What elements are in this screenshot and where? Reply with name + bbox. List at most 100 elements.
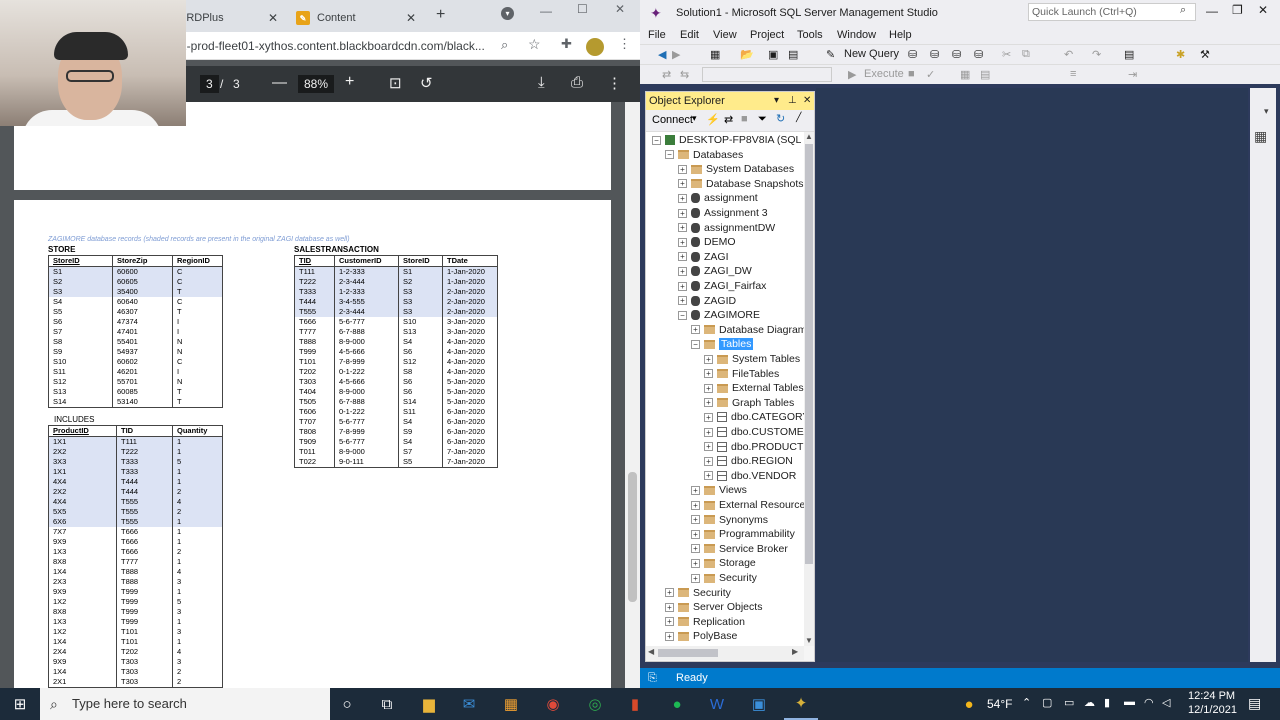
- file-explorer-icon[interactable]: ▆: [412, 688, 446, 720]
- mdx-query-icon[interactable]: ⛁: [930, 48, 939, 61]
- expand-icon[interactable]: +: [691, 529, 700, 539]
- expand-icon[interactable]: +: [678, 252, 687, 262]
- new-query-button[interactable]: New Query: [844, 48, 899, 60]
- filter-icon[interactable]: ⏷: [758, 113, 767, 126]
- wifi-icon[interactable]: ◠: [1144, 696, 1154, 709]
- tree-node[interactable]: + ZAGI_Fairfax: [678, 279, 766, 293]
- cut-icon[interactable]: ✂: [1002, 48, 1011, 61]
- tree-node[interactable]: + assignmentDW: [678, 221, 775, 235]
- tree-node[interactable]: + Security: [691, 571, 757, 585]
- menu-window[interactable]: Window: [837, 29, 876, 41]
- tree-node[interactable]: + Storage: [691, 556, 756, 570]
- chrome-menu-icon[interactable]: ⋮: [618, 36, 631, 52]
- expand-icon[interactable]: +: [665, 631, 674, 641]
- tray-chevron-icon[interactable]: ⌃: [1022, 696, 1031, 709]
- profile-avatar[interactable]: [586, 38, 604, 56]
- tree-node[interactable]: + Assignment 3: [678, 206, 768, 220]
- solution-explorer-icon[interactable]: ✱: [1176, 48, 1185, 61]
- collapse-icon[interactable]: −: [665, 150, 674, 160]
- tree-node[interactable]: + Views: [691, 483, 747, 497]
- tree-node[interactable]: + PolyBase: [665, 629, 737, 643]
- scroll-down-icon[interactable]: ▼: [805, 636, 813, 645]
- minimize-icon[interactable]: —: [1206, 4, 1218, 18]
- expand-icon[interactable]: +: [678, 193, 687, 203]
- tray-bluetooth-icon[interactable]: ▭: [1064, 696, 1074, 709]
- tree-node[interactable]: + Synonyms: [691, 513, 768, 527]
- expand-icon[interactable]: +: [665, 588, 674, 598]
- pin-icon[interactable]: ⊥: [788, 92, 797, 110]
- open-file-icon[interactable]: 📂: [740, 48, 754, 61]
- db-engine-query-icon[interactable]: ⛁: [908, 48, 917, 61]
- close-panel-icon[interactable]: ✕: [803, 92, 811, 110]
- zoom-out-button[interactable]: —: [272, 74, 287, 91]
- expand-icon[interactable]: +: [704, 427, 713, 437]
- zoom-icon[interactable]: ⌕: [501, 37, 508, 53]
- tree-node[interactable]: + FileTables: [704, 367, 779, 381]
- tree-horizontal-scrollbar[interactable]: ◀ ▶: [646, 646, 804, 660]
- close-window-icon[interactable]: ✕: [1258, 3, 1268, 17]
- notifications-icon[interactable]: ▤: [1248, 695, 1261, 712]
- taskbar-search-box[interactable]: ⌕ Type here to search: [40, 688, 330, 720]
- stop-icon[interactable]: ■: [741, 113, 748, 125]
- connect-icon[interactable]: ⇄: [662, 68, 671, 81]
- expand-icon[interactable]: +: [678, 237, 687, 247]
- close-window-icon[interactable]: ✕: [615, 2, 625, 16]
- execute-button[interactable]: Execute: [864, 68, 904, 80]
- expand-icon[interactable]: +: [691, 515, 700, 525]
- properties-icon[interactable]: ▦: [1254, 128, 1267, 145]
- bookmark-star-icon[interactable]: ☆: [528, 36, 541, 53]
- database-dropdown[interactable]: [702, 67, 832, 82]
- maximize-icon[interactable]: ❐: [1232, 3, 1243, 17]
- expand-icon[interactable]: +: [678, 164, 687, 174]
- volume-icon[interactable]: ◁: [1162, 696, 1170, 709]
- zoom-in-button[interactable]: +: [345, 73, 354, 91]
- tree-node[interactable]: − DESKTOP-FP8V8IA (SQL Server: [652, 133, 804, 147]
- refresh-icon[interactable]: ↻: [776, 112, 785, 125]
- scroll-right-icon[interactable]: ▶: [792, 647, 798, 656]
- battery-icon[interactable]: ▬: [1124, 696, 1135, 708]
- tree-node[interactable]: − ZAGIMORE: [678, 308, 760, 322]
- fit-page-icon[interactable]: ⊡: [389, 74, 402, 92]
- tree-node[interactable]: + System Tables: [704, 352, 800, 366]
- dropdown-icon[interactable]: ▾: [774, 92, 779, 110]
- tree-node[interactable]: + dbo.CUSTOMER: [704, 425, 804, 439]
- tree-node[interactable]: + dbo.VENDOR: [704, 469, 796, 483]
- store-icon[interactable]: ▦: [494, 688, 528, 720]
- collapse-icon[interactable]: −: [678, 310, 687, 320]
- download-icon[interactable]: ⤓: [538, 74, 545, 91]
- tree-node[interactable]: + System Databases: [678, 162, 794, 176]
- expand-icon[interactable]: +: [691, 325, 700, 335]
- save-all-icon[interactable]: ▤: [788, 48, 798, 61]
- save-icon[interactable]: ▣: [768, 48, 778, 61]
- expand-icon[interactable]: +: [704, 369, 713, 379]
- microphone-icon[interactable]: ▮: [1104, 696, 1110, 709]
- expand-icon[interactable]: +: [691, 558, 700, 568]
- tray-app-icon[interactable]: ▢: [1042, 696, 1052, 709]
- collapse-icon[interactable]: −: [691, 339, 700, 349]
- zoom-level[interactable]: 88%: [298, 75, 335, 93]
- cancel-query-icon[interactable]: ■: [908, 68, 915, 80]
- pdf-more-icon[interactable]: ⋮: [607, 74, 622, 92]
- maximize-icon[interactable]: ☐: [577, 2, 588, 16]
- pdf-scrollbar[interactable]: [625, 102, 640, 688]
- menu-edit[interactable]: Edit: [680, 29, 699, 41]
- scrollbar-thumb[interactable]: [805, 144, 813, 564]
- scrollbar-thumb[interactable]: [628, 472, 637, 602]
- close-tab-icon[interactable]: ✕: [406, 11, 416, 25]
- app-icon[interactable]: ◎: [578, 688, 612, 720]
- tree-node[interactable]: + Database Snapshots: [678, 177, 803, 191]
- xmla-query-icon[interactable]: ⛁: [974, 48, 983, 61]
- copy-icon[interactable]: ⧉: [1022, 48, 1030, 61]
- tree-vertical-scrollbar[interactable]: ▲ ▼: [804, 132, 814, 646]
- tree-node[interactable]: + ZAGI_DW: [678, 264, 752, 278]
- minimize-icon[interactable]: —: [540, 4, 552, 18]
- forward-icon[interactable]: ▶: [672, 48, 680, 61]
- tree-node[interactable]: + ZAGI: [678, 250, 729, 264]
- expand-icon[interactable]: +: [678, 281, 687, 291]
- tree-node[interactable]: + ZAGID: [678, 294, 736, 308]
- connect-button[interactable]: Connect: [652, 114, 693, 126]
- expand-icon[interactable]: +: [704, 383, 713, 393]
- expand-icon[interactable]: +: [678, 208, 687, 218]
- tree-node[interactable]: + Server Objects: [665, 600, 762, 614]
- expand-icon[interactable]: +: [704, 442, 713, 452]
